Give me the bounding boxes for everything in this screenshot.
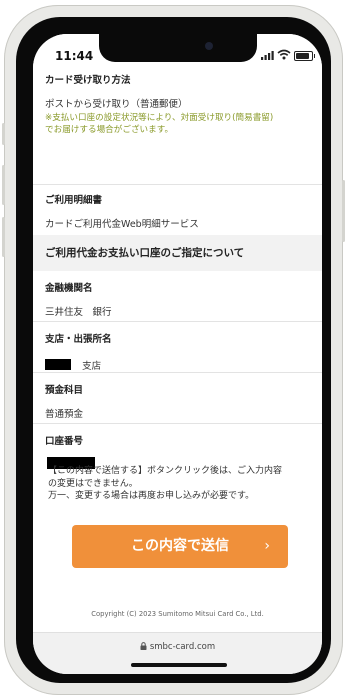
chevron-right-icon: › — [264, 538, 270, 554]
bank-row: 金融機関名 三井住友 銀行 — [33, 271, 322, 322]
statement-label: ご利用明細書 — [45, 195, 103, 206]
account-type-label: 預金科目 — [45, 385, 84, 396]
card-receipt-note-2: でお届けする場合がございます。 — [45, 125, 174, 135]
notice-line-2: の変更はできません。 — [48, 478, 138, 489]
volume-up-button — [2, 165, 5, 205]
wifi-icon — [277, 49, 291, 60]
statement-row: ご利用明細書 カードご利用代金Web明細サービス — [33, 185, 322, 235]
notch — [99, 34, 257, 62]
volume-down-button — [2, 217, 5, 257]
home-indicator[interactable] — [131, 663, 227, 667]
submit-button[interactable]: この内容で送信 › — [72, 525, 288, 568]
card-receipt-row: カード受け取り方法 ポストから受け取り（普通郵便） ※支払い口座の設定状況等によ… — [33, 72, 322, 185]
account-number-label: 口座番号 — [45, 436, 84, 447]
front-camera — [205, 42, 213, 50]
url-text: smbc-card.com — [149, 642, 216, 652]
account-type-value: 普通預金 — [45, 409, 84, 420]
mute-switch — [2, 123, 5, 145]
address-text-wrap[interactable]: smbc-card.com — [33, 642, 322, 652]
copyright: Copyright (C) 2023 Sumitomo Mitsui Card … — [91, 610, 264, 618]
branch-label: 支店・出張所名 — [45, 334, 112, 345]
confirmation-content: カード受け取り方法 ポストから受け取り（普通郵便） ※支払い口座の設定状況等によ… — [33, 72, 322, 474]
branch-suffix: 支店 — [82, 361, 102, 372]
branch-value: 支店 — [45, 354, 101, 373]
bank-value: 三井住友 銀行 — [45, 307, 112, 318]
battery-icon — [294, 51, 315, 61]
branch-row: 支店・出張所名 支店 — [33, 322, 322, 373]
phone-frame: 11:44 カード受け取り方法 ポストから受け取り（普通郵便） ※支払い口座の設… — [2, 5, 345, 695]
status-bar: 11:44 — [33, 34, 322, 72]
phone-screen: 11:44 カード受け取り方法 ポストから受け取り（普通郵便） ※支払い口座の設… — [33, 34, 322, 674]
statement-value: カードご利用代金Web明細サービス — [45, 219, 199, 230]
submit-button-label: この内容で送信 — [131, 538, 229, 554]
power-button — [342, 180, 345, 242]
card-receipt-note-1: ※支払い口座の設定状況等により、対面受け取り(簡易書留) — [45, 113, 274, 123]
card-receipt-label: カード受け取り方法 — [45, 75, 131, 86]
notice-line-3: 万一、変更する場合は再度お申し込みが必要です。 — [48, 491, 255, 501]
account-section-heading: ご利用代金お支払い口座のご指定について — [33, 235, 322, 271]
status-time: 11:44 — [55, 49, 94, 63]
submit-notice: 【この内容で送信する】ボタンクリック後は、ご入力内容 の変更はできません。 万一… — [48, 465, 308, 503]
bank-label: 金融機関名 — [45, 283, 93, 294]
notice-line-1: 【この内容で送信する】ボタンクリック後は、ご入力内容 — [48, 466, 283, 476]
account-type-row: 預金科目 普通預金 — [33, 373, 322, 424]
browser-address-bar[interactable]: smbc-card.com — [33, 632, 322, 674]
redacted-branch-name — [45, 359, 71, 370]
signal-icon — [261, 51, 274, 60]
lock-icon — [140, 642, 147, 650]
card-receipt-value: ポストから受け取り（普通郵便） — [45, 99, 188, 110]
